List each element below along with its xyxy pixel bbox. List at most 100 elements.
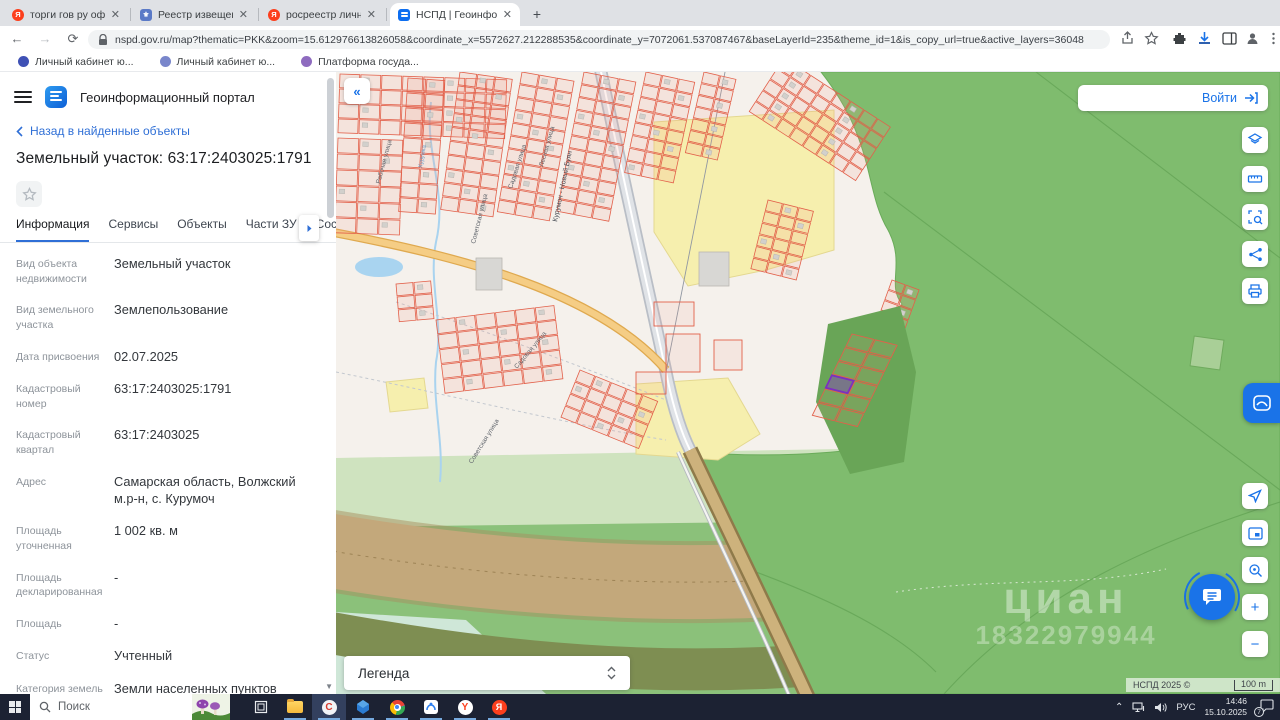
tab-item[interactable]: Части ЗУ [246,217,297,242]
browser-tab[interactable]: ⚜ Реестр извещений ✕ [132,3,256,26]
locate-me-button[interactable] [1242,483,1268,509]
zoom-out-button[interactable]: − [1242,631,1268,657]
download-icon[interactable] [1197,31,1213,47]
active-app-button[interactable]: C [312,694,346,720]
blue-app-button[interactable] [346,694,380,720]
new-tab-button[interactable]: + [528,6,546,24]
support-chat-button[interactable] [1189,574,1235,620]
chrome-button[interactable] [380,694,414,720]
share-icon[interactable] [1120,31,1136,47]
attribution-text: НСПД 2025 © [1133,680,1191,690]
bookmark-star-icon[interactable] [1144,31,1160,47]
taskbar-clock[interactable]: 14:46 15.10.2025 [1204,696,1247,717]
tab-information[interactable]: Информация [16,217,90,242]
print-button[interactable] [1242,278,1268,304]
language-indicator[interactable]: РУС [1176,702,1195,713]
yandex-icon: Я [12,8,24,21]
info-sidebar: Геоинформационный портал Назад в найденн… [0,72,336,694]
task-view-button[interactable] [244,694,278,720]
nspd-icon [398,8,410,21]
area-search-button[interactable] [1242,204,1268,230]
field-label: Площадь уточненная [16,525,72,552]
windows-taskbar: Поиск C Y Я ⌃ РУС 14:46 15.10.2025 7 [0,694,1280,720]
legend-label: Легенда [358,665,410,681]
field-label: Вид объекта недвижимости [16,258,87,285]
field-value: Землепользование [114,302,229,318]
favorite-star-button[interactable] [16,181,42,207]
bookmarks-bar: Личный кабинет ю... Личный кабинет ю... Пл… [0,52,1280,72]
browser-tab[interactable]: НСПД | Геоинформационный ✕ [390,3,520,26]
folder-icon [287,699,303,713]
mini-map-button[interactable] [1242,520,1268,546]
sidebar-tabs: ИнформацияСервисыОбъектыЧасти ЗУСоста [0,215,336,243]
forward-button[interactable]: → [36,30,54,48]
yandex-browser-button[interactable]: Y [448,694,482,720]
tab-item[interactable]: Сервисы [108,217,158,242]
measure-button[interactable] [1242,166,1268,192]
field-label: Кадастровый квартал [16,429,81,457]
hamburger-menu-icon[interactable] [14,91,32,103]
tab-close-icon[interactable]: ✕ [111,8,120,21]
side-panel-icon[interactable] [1222,31,1238,47]
bookmark-item[interactable]: Личный кабинет ю... [159,56,275,68]
legend-expand-icon [607,666,616,680]
bookmark-item[interactable]: Личный кабинет ю... [18,56,134,68]
layers-icon [1247,133,1263,144]
location-arrow-icon [1248,489,1262,503]
scroll-down-arrow[interactable]: ▼ [325,682,333,691]
field-label: Статус [16,650,50,663]
tab-close-icon[interactable]: ✕ [503,8,512,21]
collapse-panel-button[interactable]: « [344,78,370,104]
app-icon: C [321,699,337,715]
yandex-button[interactable]: Я [482,694,516,720]
field-row: Категория земель Земли населенных пунктов [16,672,320,694]
browser-tab[interactable]: Яторги гов ру официальный сай ✕ [4,3,128,26]
login-label: Войти [1202,91,1237,105]
extensions-icon[interactable] [1172,31,1188,47]
menu-dots-icon[interactable] [1266,31,1280,47]
tab-close-icon[interactable]: ✕ [367,8,376,21]
layers-button[interactable] [1242,127,1268,153]
file-explorer-button[interactable] [278,694,312,720]
reload-button[interactable]: ⟳ [64,30,82,48]
url-text: nspd.gov.ru/map?thematic=PKK&zoom=15.612… [115,33,1084,46]
back-button[interactable]: ← [8,30,26,48]
address-bar[interactable]: nspd.gov.ru/map?thematic=PKK&zoom=15.612… [88,30,1110,49]
taskbar-search[interactable]: Поиск [30,694,230,720]
field-label: Адрес [16,475,47,488]
volume-icon[interactable] [1154,702,1168,713]
field-label: Вид земельного участка [16,304,94,332]
login-bar[interactable]: Войти [1078,85,1268,111]
back-link[interactable]: Назад в найденные объекты [16,124,320,138]
map-canvas[interactable]: Рабочая улица Советская улица Садовая ул… [336,72,1280,694]
zoom-in-button[interactable]: + [1242,594,1268,620]
bookmark-favicon [301,56,313,67]
field-value: - [114,569,119,585]
share-map-button[interactable] [1242,241,1268,267]
field-value: 1 002 кв. м [114,523,178,539]
chat-icon [1203,589,1221,605]
panorama-button[interactable] [1243,383,1280,423]
white-app-button[interactable] [414,694,448,720]
page-title: Земельный участок: 63:17:2403025:1791 [16,150,312,167]
sidebar-scrollbar[interactable] [327,78,334,218]
browser-tab[interactable]: Яросреестр личный кабинет — ✕ [260,3,384,26]
tabs-overflow-button[interactable] [299,215,319,241]
field-value: 02.07.2025 [114,348,179,364]
tab-item[interactable]: Объекты [177,217,227,242]
yandex-browser-icon: Y [457,699,473,715]
field-label: Дата присвоения [16,350,100,363]
notification-center-button[interactable]: 7 [1254,699,1274,717]
map-area[interactable]: Рабочая улица Советская улица Садовая ул… [336,72,1280,694]
tray-expand-icon[interactable]: ⌃ [1115,702,1123,713]
bookmark-item[interactable]: Платформа госуда... [301,56,419,68]
tab-close-icon[interactable]: ✕ [239,8,248,21]
bookmark-label: Личный кабинет ю... [35,55,134,68]
network-icon[interactable] [1132,701,1145,713]
profile-avatar[interactable] [1245,31,1261,47]
search-on-map-button[interactable] [1242,557,1268,583]
legend-bar[interactable]: Легенда [344,656,630,690]
start-button[interactable] [0,694,30,720]
search-highlight-image [192,694,230,720]
search-icon [39,701,51,713]
